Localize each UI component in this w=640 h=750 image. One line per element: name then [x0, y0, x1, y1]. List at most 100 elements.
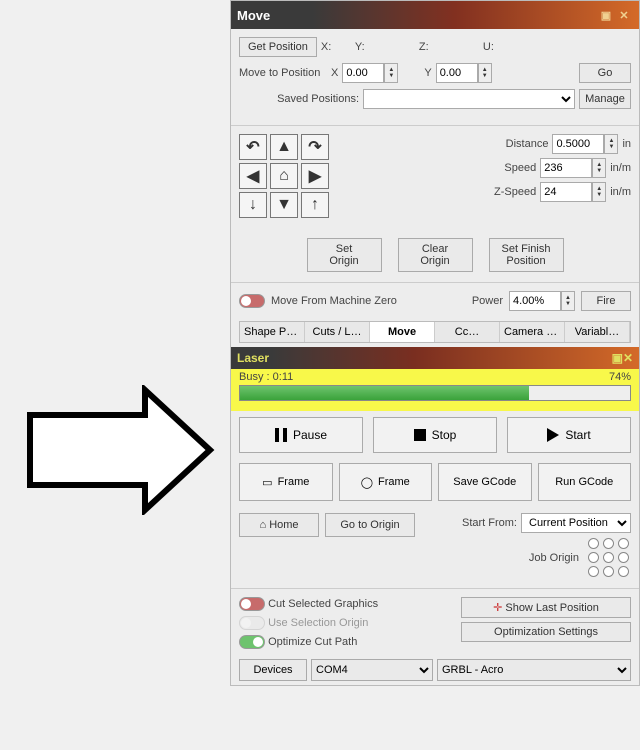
jog-down[interactable]: ▼	[270, 192, 298, 218]
jog-rotate-ccw[interactable]: ↶	[239, 134, 267, 160]
tab-variable-text[interactable]: Variabl…	[565, 322, 630, 342]
tab-camera-control[interactable]: Camera C…	[500, 322, 565, 342]
home-icon: ⌂	[259, 519, 266, 531]
callout-arrow	[25, 385, 215, 515]
jog-grid: ↶ ▲ ↷ ◀ ⌂ ▶ ↓ ▼ ↑	[239, 134, 329, 218]
devices-button[interactable]: Devices	[239, 659, 307, 681]
saved-positions-label: Saved Positions:	[239, 93, 359, 105]
distance-unit: in	[622, 138, 631, 150]
jog-up[interactable]: ▲	[270, 134, 298, 160]
move-titlebar: Move ▣ ✕	[231, 1, 639, 29]
go-to-origin-button[interactable]: Go to Origin	[325, 513, 415, 537]
speed-input[interactable]	[540, 158, 592, 178]
jog-z-up[interactable]: ↑	[301, 192, 329, 218]
cut-selected-label: Cut Selected Graphics	[268, 598, 378, 610]
dock-icon[interactable]: ▣	[597, 6, 615, 24]
play-icon	[547, 428, 559, 442]
laser-title: Laser	[237, 351, 269, 365]
port-dropdown[interactable]: COM4	[311, 659, 433, 681]
home-button[interactable]: ⌂ Home	[239, 513, 319, 537]
start-from-dropdown[interactable]: Current Position	[521, 513, 631, 533]
pause-icon	[275, 428, 287, 442]
set-finish-button[interactable]: Set Finish Position	[489, 238, 564, 272]
set-origin-button[interactable]: Set Origin	[307, 238, 382, 272]
progress-fill	[240, 386, 529, 400]
speed-unit: in/m	[610, 162, 631, 174]
pause-button[interactable]: Pause	[239, 417, 363, 453]
x-input-label: X	[331, 67, 338, 79]
tab-cuts-layers[interactable]: Cuts / L…	[305, 322, 370, 342]
origin-buttons: Set Origin Clear Origin Set Finish Posit…	[231, 224, 639, 278]
run-controls: Pause Stop Start	[231, 411, 639, 459]
zspeed-input[interactable]	[540, 182, 592, 202]
busy-label: Busy :	[239, 371, 270, 383]
frame-grid: ▭Frame ◯Frame Save GCode Run GCode	[231, 459, 639, 505]
u-readout-label: U:	[483, 41, 494, 53]
controller-dropdown[interactable]: GRBL - Acro	[437, 659, 631, 681]
save-gcode-button[interactable]: Save GCode	[438, 463, 532, 501]
clear-origin-button[interactable]: Clear Origin	[398, 238, 473, 272]
progress-highlight: Busy : 0:11 74%	[231, 369, 639, 411]
jog-z-down[interactable]: ↓	[239, 192, 267, 218]
run-gcode-button[interactable]: Run GCode	[538, 463, 632, 501]
use-selection-origin-toggle	[239, 616, 265, 630]
job-origin-grid[interactable]	[587, 537, 631, 578]
device-footer: Devices COM4 GRBL - Acro	[231, 655, 639, 685]
use-selection-origin-label: Use Selection Origin	[268, 617, 368, 629]
go-button[interactable]: Go	[579, 63, 631, 83]
origin-start-row: ⌂ Home Go to Origin Start From: Current …	[231, 505, 639, 584]
power-label: Power	[472, 295, 503, 307]
zspeed-spinner[interactable]: ▲▼	[592, 182, 606, 202]
position-section: Get Position X: Y: Z: U: Move to Positio…	[231, 29, 639, 121]
start-button[interactable]: Start	[507, 417, 631, 453]
optimize-cut-path-toggle[interactable]	[239, 635, 265, 649]
laser-close-icon[interactable]: ✕	[623, 351, 633, 365]
laser-titlebar: Laser ▣ ✕	[231, 347, 639, 369]
tab-move[interactable]: Move	[370, 322, 435, 342]
busy-percent: 74%	[609, 371, 631, 383]
y-readout-label: Y:	[355, 41, 415, 53]
optimization-settings-button[interactable]: Optimization Settings	[461, 622, 631, 642]
jog-home[interactable]: ⌂	[270, 163, 298, 189]
fire-button[interactable]: Fire	[581, 291, 631, 311]
y-input[interactable]	[436, 63, 478, 83]
busy-time: 0:11	[273, 371, 294, 383]
job-origin-label: Job Origin	[529, 552, 579, 564]
move-from-zero-label: Move From Machine Zero	[271, 295, 397, 307]
power-input[interactable]	[509, 291, 561, 311]
get-position-button[interactable]: Get Position	[239, 37, 317, 57]
y-spinner[interactable]: ▲▼	[478, 63, 492, 83]
laser-dock-icon[interactable]: ▣	[612, 351, 623, 365]
stop-button[interactable]: Stop	[373, 417, 497, 453]
jog-right[interactable]: ▶	[301, 163, 329, 189]
show-last-position-button[interactable]: ✛ Show Last Position	[461, 597, 631, 618]
panel-tabs: Shape Prop… Cuts / L… Move Cc… Camera C……	[239, 321, 631, 343]
frame-rect-icon: ▭	[262, 476, 272, 489]
zspeed-label: Z-Speed	[494, 186, 536, 198]
options-section: Cut Selected Graphics Use Selection Orig…	[231, 588, 639, 655]
close-icon[interactable]: ✕	[615, 6, 633, 24]
frame-circle-icon: ◯	[361, 476, 373, 489]
cut-selected-toggle[interactable]	[239, 597, 265, 611]
tab-shape-properties[interactable]: Shape Prop…	[240, 322, 305, 342]
speed-spinner[interactable]: ▲▼	[592, 158, 606, 178]
optimize-cut-path-label: Optimize Cut Path	[268, 636, 357, 648]
x-input[interactable]	[342, 63, 384, 83]
frame-rect-button[interactable]: ▭Frame	[239, 463, 333, 501]
frame-circle-button[interactable]: ◯Frame	[339, 463, 433, 501]
distance-input[interactable]	[552, 134, 604, 154]
move-from-zero-toggle[interactable]	[239, 294, 265, 308]
speed-label: Speed	[504, 162, 536, 174]
stop-icon	[414, 429, 426, 441]
progress-bar	[239, 385, 631, 401]
jog-section: ↶ ▲ ↷ ◀ ⌂ ▶ ↓ ▼ ↑ Distance ▲▼ in Speed ▲…	[231, 125, 639, 224]
distance-spinner[interactable]: ▲▼	[604, 134, 618, 154]
manage-button[interactable]: Manage	[579, 89, 631, 109]
saved-positions-dropdown[interactable]	[363, 89, 575, 109]
x-spinner[interactable]: ▲▼	[384, 63, 398, 83]
start-from-label: Start From:	[462, 517, 517, 529]
tab-cc[interactable]: Cc…	[435, 322, 500, 342]
jog-left[interactable]: ◀	[239, 163, 267, 189]
power-spinner[interactable]: ▲▼	[561, 291, 575, 311]
jog-rotate-cw[interactable]: ↷	[301, 134, 329, 160]
